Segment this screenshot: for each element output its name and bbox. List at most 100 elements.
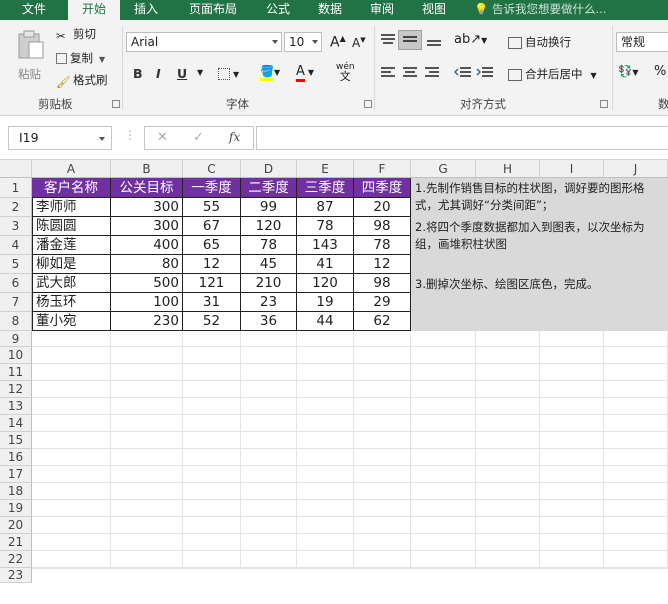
table-cell[interactable]: 19 bbox=[297, 293, 354, 312]
row-header-4[interactable]: 4 bbox=[0, 236, 32, 255]
grid-cell[interactable] bbox=[241, 466, 297, 483]
grid-cell[interactable] bbox=[111, 500, 183, 517]
align-middle-button[interactable] bbox=[398, 30, 422, 50]
column-header-b[interactable]: B bbox=[111, 160, 183, 178]
table-header-cell[interactable]: 一季度 bbox=[183, 178, 241, 198]
row-header-19[interactable]: 19 bbox=[0, 500, 32, 517]
grid-cell[interactable] bbox=[32, 466, 111, 483]
row-header-7[interactable]: 7 bbox=[0, 293, 32, 312]
phonetic-button[interactable]: wén 文 bbox=[336, 62, 355, 82]
grid-cell[interactable] bbox=[354, 398, 411, 415]
row-header-17[interactable]: 17 bbox=[0, 466, 32, 483]
wrap-text-button[interactable]: 自动换行 bbox=[508, 34, 571, 50]
grid-cell[interactable] bbox=[604, 381, 668, 398]
grid-cell[interactable] bbox=[411, 466, 476, 483]
row-header-13[interactable]: 13 bbox=[0, 398, 32, 415]
grid-cell[interactable] bbox=[241, 432, 297, 449]
grid-cell[interactable] bbox=[540, 568, 604, 569]
grid-cell[interactable] bbox=[183, 483, 241, 500]
grid-cell[interactable] bbox=[32, 517, 111, 534]
grid-cell[interactable] bbox=[111, 466, 183, 483]
grid-cell[interactable] bbox=[354, 483, 411, 500]
grid-cell[interactable] bbox=[540, 483, 604, 500]
grid-cell[interactable] bbox=[32, 534, 111, 551]
shrink-font-button[interactable]: A▼ bbox=[352, 36, 366, 50]
grid-cell[interactable] bbox=[604, 568, 668, 569]
align-left-button[interactable] bbox=[380, 66, 396, 83]
row-header-12[interactable]: 12 bbox=[0, 381, 32, 398]
number-format-select[interactable]: 常规 bbox=[616, 32, 668, 52]
grid-cell[interactable] bbox=[476, 432, 540, 449]
grid-cell[interactable] bbox=[297, 432, 354, 449]
table-cell[interactable]: 98 bbox=[354, 274, 411, 293]
table-cell[interactable]: 120 bbox=[297, 274, 354, 293]
grid-cell[interactable] bbox=[411, 398, 476, 415]
table-cell[interactable]: 董小宛 bbox=[32, 312, 111, 331]
grid-cell[interactable] bbox=[411, 432, 476, 449]
grid-cell[interactable] bbox=[411, 568, 476, 569]
grid-cell[interactable] bbox=[111, 449, 183, 466]
tab-review[interactable]: 审阅 bbox=[360, 0, 404, 20]
grid-cell[interactable] bbox=[604, 398, 668, 415]
grid-cell[interactable] bbox=[32, 347, 111, 364]
align-center-button[interactable] bbox=[402, 66, 418, 83]
table-header-cell[interactable]: 公关目标 bbox=[111, 178, 183, 198]
table-cell[interactable]: 36 bbox=[241, 312, 297, 331]
grid-cell[interactable] bbox=[111, 398, 183, 415]
underline-button[interactable]: U bbox=[177, 66, 187, 81]
italic-button[interactable]: I bbox=[156, 66, 161, 81]
grid-cell[interactable] bbox=[476, 381, 540, 398]
tab-formulas[interactable]: 公式 bbox=[256, 0, 300, 20]
column-header-d[interactable]: D bbox=[241, 160, 297, 178]
row-header-23[interactable]: 23 bbox=[0, 568, 32, 583]
grid-cell[interactable] bbox=[540, 466, 604, 483]
table-cell[interactable]: 98 bbox=[354, 217, 411, 236]
grid-cell[interactable] bbox=[111, 364, 183, 381]
font-size-select[interactable]: 10 bbox=[284, 32, 322, 52]
grid-cell[interactable] bbox=[241, 568, 297, 569]
row-header-8[interactable]: 8 bbox=[0, 312, 32, 331]
table-cell[interactable]: 78 bbox=[297, 217, 354, 236]
column-header-a[interactable]: A bbox=[32, 160, 111, 178]
table-cell[interactable]: 20 bbox=[354, 198, 411, 217]
grid-cell[interactable] bbox=[540, 551, 604, 568]
font-name-select[interactable]: Arial bbox=[126, 32, 282, 52]
table-cell[interactable]: 29 bbox=[354, 293, 411, 312]
increase-indent-button[interactable] bbox=[476, 66, 494, 83]
grid-cell[interactable] bbox=[297, 398, 354, 415]
grid-cell[interactable] bbox=[411, 364, 476, 381]
grid-cell[interactable] bbox=[540, 381, 604, 398]
grid-cell[interactable] bbox=[411, 347, 476, 364]
grid-cell[interactable] bbox=[183, 415, 241, 432]
grid-cell[interactable] bbox=[354, 432, 411, 449]
grid-cell[interactable] bbox=[540, 415, 604, 432]
grid-cell[interactable] bbox=[476, 534, 540, 551]
table-cell[interactable]: 80 bbox=[111, 255, 183, 274]
grid-cell[interactable] bbox=[604, 364, 668, 381]
grid-cell[interactable] bbox=[354, 517, 411, 534]
table-cell[interactable]: 99 bbox=[241, 198, 297, 217]
select-all-corner[interactable] bbox=[0, 160, 32, 178]
alignment-launcher-icon[interactable] bbox=[600, 100, 608, 108]
grid-cell[interactable] bbox=[354, 500, 411, 517]
grid-cell[interactable] bbox=[111, 483, 183, 500]
grid-cell[interactable] bbox=[411, 331, 476, 347]
grid-cell[interactable] bbox=[540, 432, 604, 449]
grid-cell[interactable] bbox=[32, 568, 111, 569]
grid-cell[interactable] bbox=[241, 347, 297, 364]
grid-cell[interactable] bbox=[183, 534, 241, 551]
enter-icon[interactable]: ✓ bbox=[193, 130, 204, 145]
grid-cell[interactable] bbox=[297, 364, 354, 381]
grid-cell[interactable] bbox=[297, 483, 354, 500]
grid-cell[interactable] bbox=[241, 331, 297, 347]
grid-cell[interactable] bbox=[32, 398, 111, 415]
column-header-f[interactable]: F bbox=[354, 160, 411, 178]
row-header-14[interactable]: 14 bbox=[0, 415, 32, 432]
accounting-format-button[interactable]: 💱▼ bbox=[618, 64, 638, 78]
grid-cell[interactable] bbox=[297, 449, 354, 466]
grid-cell[interactable] bbox=[604, 347, 668, 364]
grid-cell[interactable] bbox=[241, 500, 297, 517]
table-cell[interactable]: 潘金莲 bbox=[32, 236, 111, 255]
tab-data[interactable]: 数据 bbox=[308, 0, 352, 20]
grid-cell[interactable] bbox=[111, 517, 183, 534]
